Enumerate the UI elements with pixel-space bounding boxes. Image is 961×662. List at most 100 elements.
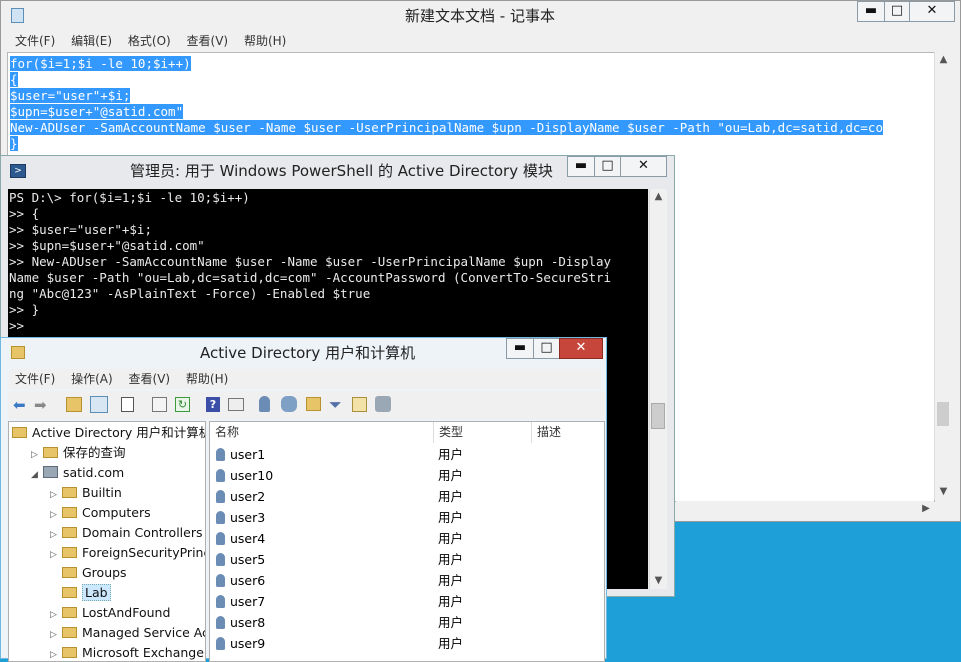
- maximize-button[interactable]: □: [884, 1, 910, 22]
- help-icon[interactable]: ?: [206, 397, 220, 412]
- up-folder-icon[interactable]: [66, 397, 82, 412]
- refresh-icon[interactable]: ↻: [175, 397, 190, 412]
- close-button[interactable]: ✕: [559, 338, 603, 359]
- user-type: 用户: [438, 510, 464, 525]
- tree-item[interactable]: Lab: [50, 583, 111, 603]
- user-name: user7: [230, 594, 266, 609]
- console-line: >>: [9, 318, 25, 333]
- column-header-description[interactable]: 描述: [532, 422, 604, 443]
- new-ou-icon[interactable]: [306, 397, 321, 411]
- aduc-window: Active Directory 用户和计算机 ▬ □ ✕ 文件(F) 操作(A…: [0, 337, 607, 662]
- tree-item[interactable]: ▷ Domain Controllers: [50, 523, 202, 543]
- user-type: 用户: [438, 594, 464, 609]
- expand-toggle-icon[interactable]: ◢: [31, 465, 43, 485]
- list-item[interactable]: user1 用户: [210, 444, 604, 465]
- expand-toggle-icon[interactable]: ▷: [50, 605, 62, 625]
- tree-item[interactable]: ▷ LostAndFound: [50, 603, 170, 623]
- powershell-titlebar[interactable]: > 管理员: 用于 Windows PowerShell 的 Active Di…: [1, 156, 674, 186]
- menu-file[interactable]: 文件(F): [9, 369, 61, 389]
- clipboard-icon[interactable]: [121, 397, 134, 412]
- close-button[interactable]: ✕: [620, 156, 667, 177]
- list-item[interactable]: user10 用户: [210, 465, 604, 486]
- expand-toggle-icon[interactable]: ▷: [50, 485, 62, 505]
- console-line: >> $user="user"+$i;: [9, 222, 152, 237]
- menu-view[interactable]: 查看(V): [123, 369, 177, 389]
- tree-item[interactable]: Groups: [50, 563, 127, 583]
- column-header-type[interactable]: 类型: [434, 422, 532, 443]
- console-tree-icon[interactable]: [228, 398, 244, 411]
- user-type: 用户: [438, 468, 464, 483]
- column-header-name[interactable]: 名称: [210, 422, 434, 443]
- user-type: 用户: [438, 447, 464, 462]
- list-item[interactable]: user2 用户: [210, 486, 604, 507]
- menu-edit[interactable]: 编辑(E): [65, 31, 118, 51]
- powershell-vertical-scrollbar[interactable]: ▲ ▼: [649, 189, 667, 589]
- forward-icon[interactable]: ➡: [34, 396, 47, 414]
- expand-toggle-icon[interactable]: ▷: [50, 645, 62, 661]
- expand-toggle-icon[interactable]: ▷: [50, 625, 62, 645]
- scroll-up-icon[interactable]: ▲: [650, 189, 667, 205]
- scroll-right-icon[interactable]: ▶: [918, 501, 934, 517]
- folder-icon: [43, 447, 58, 458]
- minimize-button[interactable]: ▬: [506, 338, 534, 359]
- filter-icon[interactable]: ⏷: [329, 395, 342, 415]
- tree-item[interactable]: ▷ 保存的查询: [31, 443, 126, 463]
- tree-item-label: Lab: [82, 584, 111, 601]
- list-item[interactable]: user7 用户: [210, 591, 604, 612]
- tree-item[interactable]: ▷ Microsoft Exchange Se: [50, 643, 205, 661]
- find-icon[interactable]: [352, 397, 367, 412]
- list-item[interactable]: user9 用户: [210, 633, 604, 654]
- list-item[interactable]: user6 用户: [210, 570, 604, 591]
- menu-file[interactable]: 文件(F): [9, 31, 61, 51]
- back-icon[interactable]: ⬅: [13, 396, 26, 414]
- expand-toggle-icon[interactable]: ▷: [50, 525, 62, 545]
- close-button[interactable]: ✕: [909, 1, 955, 22]
- expand-toggle-icon[interactable]: ▷: [31, 445, 43, 465]
- scroll-down-icon[interactable]: ▼: [935, 484, 952, 500]
- scroll-thumb[interactable]: [651, 403, 665, 429]
- tree-item-label: ForeignSecurityPrincipa: [82, 545, 205, 560]
- notepad-titlebar[interactable]: 新建文本文档 - 记事本 ▬ □ ✕: [1, 1, 960, 31]
- tree-item[interactable]: Active Directory 用户和计算机: [12, 423, 205, 443]
- menu-action[interactable]: 操作(A): [65, 369, 119, 389]
- maximize-button[interactable]: □: [533, 338, 560, 359]
- list-item[interactable]: user5 用户: [210, 549, 604, 570]
- folder-icon: [62, 627, 77, 638]
- delegate-icon[interactable]: [375, 396, 391, 412]
- expand-toggle-icon[interactable]: ▷: [50, 505, 62, 525]
- show-tree-icon[interactable]: [90, 396, 108, 413]
- console-line: PS D:\> for($i=1;$i -le 10;$i++): [9, 190, 250, 205]
- scroll-up-icon[interactable]: ▲: [935, 52, 952, 68]
- user-icon: [216, 448, 225, 461]
- list-item[interactable]: user4 用户: [210, 528, 604, 549]
- tree-item[interactable]: ▷ Builtin: [50, 483, 122, 503]
- scroll-down-icon[interactable]: ▼: [650, 573, 667, 589]
- scroll-thumb[interactable]: [937, 402, 949, 426]
- tree-item[interactable]: ▷ ForeignSecurityPrincipa: [50, 543, 205, 565]
- tree-item[interactable]: ▷ Computers: [50, 503, 151, 523]
- user-icon: [216, 511, 225, 524]
- list-item[interactable]: user3 用户: [210, 507, 604, 528]
- menu-help[interactable]: 帮助(H): [180, 369, 234, 389]
- minimize-button[interactable]: ▬: [857, 1, 885, 22]
- tree-item[interactable]: ◢ satid.com: [31, 463, 124, 483]
- tree-item-label: Computers: [82, 505, 151, 520]
- new-user-icon[interactable]: [259, 396, 270, 412]
- list-item[interactable]: user8 用户: [210, 612, 604, 633]
- folder-icon: [62, 487, 77, 498]
- notepad-vertical-scrollbar[interactable]: ▲ ▼: [934, 52, 952, 500]
- notepad-horizontal-scrollbar[interactable]: ▶: [676, 501, 934, 516]
- menu-view[interactable]: 查看(V): [181, 31, 235, 51]
- menu-format[interactable]: 格式(O): [122, 31, 177, 51]
- tree-item[interactable]: ▷ Managed Service Acco: [50, 623, 205, 645]
- aduc-titlebar[interactable]: Active Directory 用户和计算机 ▬ □ ✕: [1, 338, 606, 368]
- domain-icon: [43, 466, 58, 478]
- maximize-button[interactable]: □: [594, 156, 621, 177]
- properties-icon[interactable]: [152, 397, 167, 412]
- user-type: 用户: [438, 615, 464, 630]
- tree-item-label: Microsoft Exchange Se: [82, 645, 205, 660]
- new-group-icon[interactable]: [281, 396, 297, 412]
- menu-help[interactable]: 帮助(H): [238, 31, 292, 51]
- expand-toggle-icon[interactable]: ▷: [50, 545, 62, 565]
- minimize-button[interactable]: ▬: [567, 156, 595, 177]
